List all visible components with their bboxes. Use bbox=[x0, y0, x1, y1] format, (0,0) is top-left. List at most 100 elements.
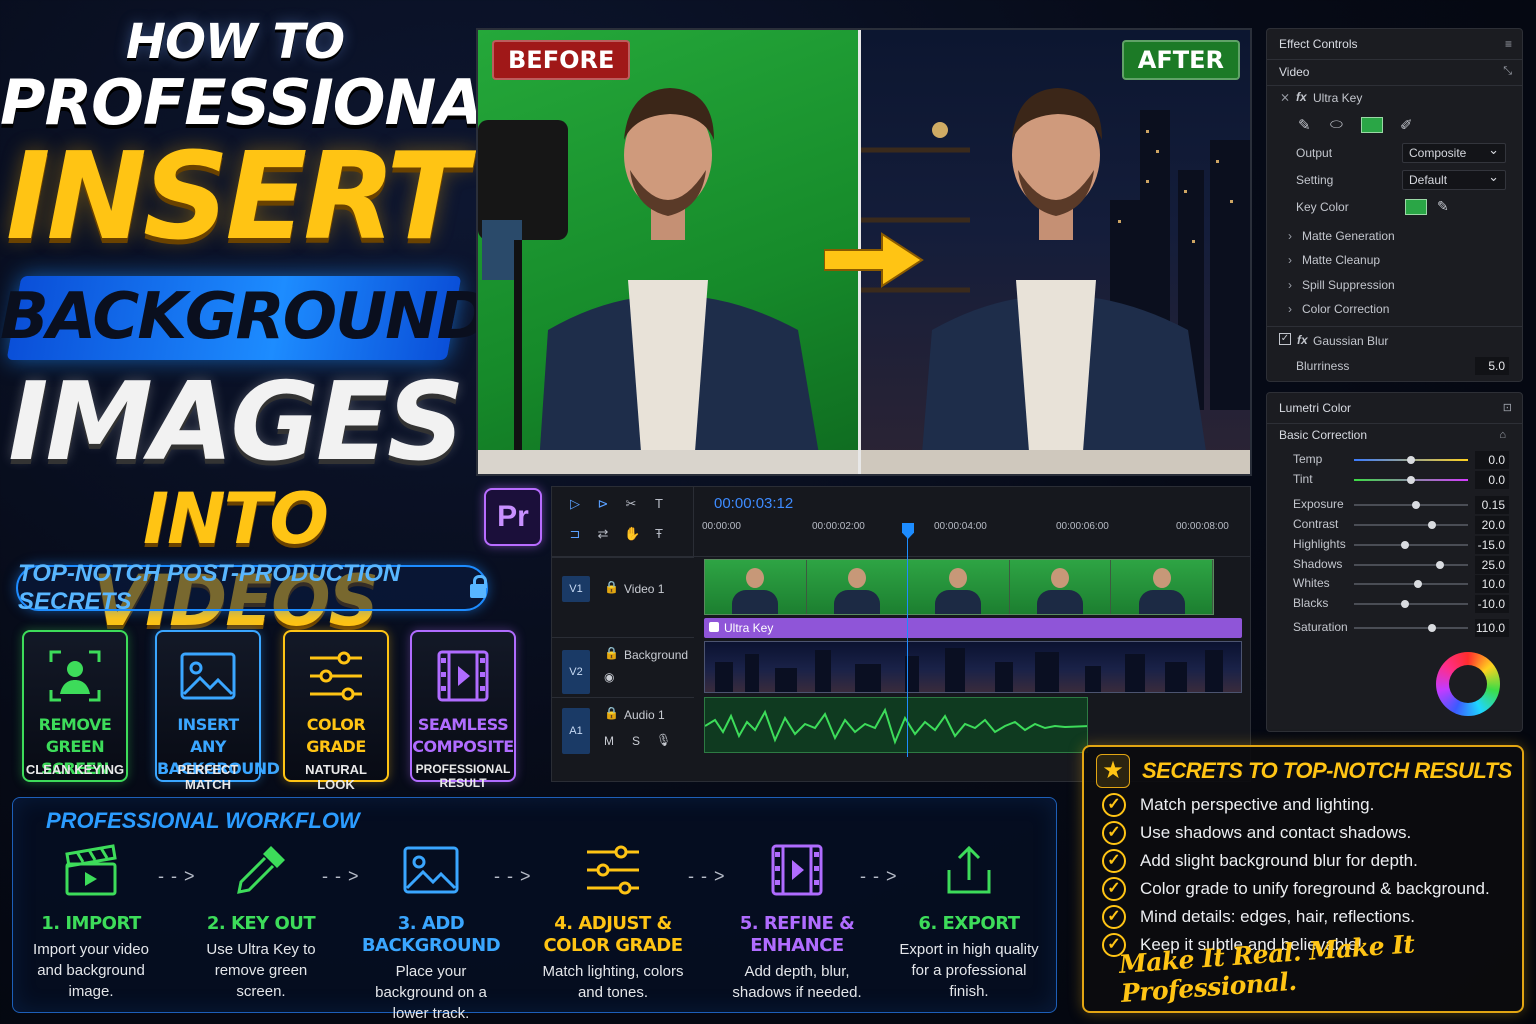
color-wheel[interactable] bbox=[1436, 652, 1500, 716]
feature-title-1: SEAMLESS bbox=[417, 715, 509, 734]
ultra-key-effect-bar[interactable]: Ultra Key bbox=[704, 618, 1242, 638]
lumetri-slider-tint[interactable] bbox=[1354, 476, 1468, 484]
lumetri-slider-exposure[interactable] bbox=[1354, 501, 1468, 509]
timecode-display[interactable]: 00:00:03:12 bbox=[714, 495, 793, 512]
track-id-v2[interactable]: V2 bbox=[562, 650, 590, 694]
clip-thumbnail bbox=[908, 560, 1010, 614]
group-color-correction[interactable]: Color Correction bbox=[1288, 302, 1389, 316]
secret-item: Mind details: edges, hair, reflections. bbox=[1140, 907, 1415, 926]
slider-knob[interactable] bbox=[1427, 521, 1436, 529]
lumetri-value-highlights[interactable]: -15.0 bbox=[1475, 536, 1509, 554]
lumetri-value-temp[interactable]: 0.0 bbox=[1475, 451, 1509, 469]
lock-icon[interactable]: 🔒 bbox=[604, 580, 619, 594]
slider-knob[interactable] bbox=[1411, 501, 1420, 509]
fx-icon: fx bbox=[1297, 333, 1308, 347]
section-options-icon[interactable]: ⌂ bbox=[1499, 429, 1506, 441]
audio-clip-a1[interactable] bbox=[704, 697, 1088, 753]
output-dropdown[interactable]: Composite bbox=[1402, 141, 1506, 163]
lumetri-value-exposure[interactable]: 0.15 bbox=[1475, 496, 1509, 514]
ruler-tick: 00:00:08:00 bbox=[1176, 521, 1229, 532]
mute-button[interactable]: M bbox=[604, 734, 614, 748]
toggle-visibility-icon[interactable]: ◉ bbox=[604, 670, 614, 684]
slider-knob[interactable] bbox=[1407, 456, 1415, 464]
lumetri-label-whites: Whites bbox=[1293, 576, 1330, 590]
lumetri-slider-blacks[interactable] bbox=[1354, 600, 1468, 608]
basic-correction-label[interactable]: Basic Correction bbox=[1279, 428, 1367, 442]
workflow-step-color-grade: 4. ADJUST & COLOR GRADE Match lighting, … bbox=[528, 840, 698, 1003]
divider bbox=[1267, 326, 1522, 327]
step-title: 5. REFINE & ENHANCE bbox=[739, 913, 855, 956]
lumetri-slider-temp[interactable] bbox=[1354, 456, 1468, 464]
lumetri-slider-whites[interactable] bbox=[1354, 580, 1468, 588]
arrow-right-icon bbox=[824, 232, 924, 288]
panel-expand-icon[interactable]: ⊡ bbox=[1503, 401, 1512, 414]
ripple-edit-tool-icon[interactable]: ⊐ bbox=[568, 527, 582, 541]
workflow-step-add-background: 3. ADD BACKGROUND Place your background … bbox=[346, 840, 516, 1024]
razor-tool-icon[interactable]: ✂ bbox=[624, 497, 638, 511]
feature-title-1: COLOR bbox=[306, 715, 366, 734]
fx-badge-icon bbox=[709, 622, 719, 632]
lumetri-value-tint[interactable]: 0.0 bbox=[1475, 471, 1509, 489]
lumetri-slider-contrast[interactable] bbox=[1354, 521, 1468, 529]
eyedropper-icon bbox=[237, 846, 285, 894]
microphone-icon[interactable]: 🎙 bbox=[656, 733, 671, 747]
group-matte-cleanup[interactable]: Matte Cleanup bbox=[1288, 253, 1380, 267]
track-name-v2: Background bbox=[624, 648, 689, 662]
check-icon: ✓ bbox=[1102, 877, 1126, 901]
lumetri-label-blacks: Blacks bbox=[1293, 596, 1329, 610]
type-tool-icon[interactable]: T bbox=[652, 497, 666, 511]
text-tool-icon[interactable]: Ŧ bbox=[652, 527, 666, 541]
skyline-building bbox=[995, 662, 1013, 692]
lumetri-slider-highlights[interactable] bbox=[1354, 541, 1468, 549]
slider-knob[interactable] bbox=[1413, 580, 1422, 588]
slip-tool-icon[interactable]: ⇄ bbox=[596, 527, 610, 541]
eyedropper-icon[interactable]: ✎ bbox=[1298, 116, 1311, 134]
clapperboard-icon bbox=[65, 844, 117, 896]
gaussian-blur-label[interactable]: Gaussian Blur bbox=[1313, 334, 1388, 348]
solo-button[interactable]: S bbox=[632, 734, 640, 748]
track-name-v1: Video 1 bbox=[624, 582, 665, 596]
group-spill-suppression[interactable]: Spill Suppression bbox=[1288, 278, 1395, 292]
track-id-v1[interactable]: V1 bbox=[562, 576, 590, 602]
slider-knob[interactable] bbox=[1435, 561, 1444, 569]
skyline-building bbox=[775, 668, 797, 692]
pen-tool-icon[interactable]: ✐ bbox=[1400, 116, 1413, 134]
lock-icon[interactable]: 🔒 bbox=[604, 706, 619, 720]
time-ruler[interactable]: 00:00:00 00:00:02:00 00:00:04:00 00:00:0… bbox=[694, 517, 1250, 557]
setting-dropdown[interactable]: Default bbox=[1402, 168, 1506, 190]
hand-tool-icon[interactable]: ✋ bbox=[624, 527, 640, 541]
scroll-to-icon[interactable]: ⤡ bbox=[1503, 65, 1512, 78]
key-color-value-swatch[interactable] bbox=[1405, 199, 1427, 215]
step-title: 6. EXPORT bbox=[918, 913, 1020, 934]
lumetri-slider-saturation[interactable] bbox=[1354, 624, 1468, 632]
panel-menu-icon[interactable]: ≡ bbox=[1505, 37, 1512, 51]
blurriness-value[interactable]: 5.0 bbox=[1475, 357, 1509, 375]
lumetri-value-contrast[interactable]: 20.0 bbox=[1475, 516, 1509, 534]
lock-icon[interactable]: 🔒 bbox=[604, 646, 619, 660]
before-label: BEFORE bbox=[492, 40, 631, 80]
workflow-step-import: 1. IMPORT Import your video and backgrou… bbox=[6, 840, 176, 1002]
key-color-swatch[interactable] bbox=[1361, 117, 1383, 133]
playhead-line[interactable] bbox=[907, 537, 908, 757]
track-select-tool-icon[interactable]: ⊳ bbox=[596, 497, 610, 511]
video-clip-v1[interactable] bbox=[704, 559, 1214, 615]
slider-knob[interactable] bbox=[1427, 624, 1436, 632]
ultra-key-label[interactable]: Ultra Key bbox=[1313, 91, 1362, 105]
lumetri-value-blacks[interactable]: -10.0 bbox=[1475, 595, 1509, 613]
image-icon bbox=[403, 846, 459, 894]
effect-enable-checkbox[interactable]: ✓ bbox=[1279, 333, 1291, 345]
mask-pen-icon[interactable]: ⬭ bbox=[1330, 116, 1343, 133]
lumetri-value-shadows[interactable]: 25.0 bbox=[1475, 556, 1509, 574]
slider-knob[interactable] bbox=[1407, 476, 1415, 484]
lumetri-slider-shadows[interactable] bbox=[1354, 561, 1468, 569]
lumetri-value-whites[interactable]: 10.0 bbox=[1475, 575, 1509, 593]
effect-toggle-icon[interactable]: ⨯ bbox=[1280, 90, 1290, 104]
group-matte-generation[interactable]: Matte Generation bbox=[1288, 229, 1395, 243]
selection-tool-icon[interactable]: ▷ bbox=[568, 497, 582, 511]
skyline-building bbox=[745, 654, 759, 692]
lumetri-value-saturation[interactable]: 110.0 bbox=[1475, 619, 1509, 637]
eyedropper-icon[interactable]: ✎ bbox=[1437, 198, 1449, 215]
track-id-a1[interactable]: A1 bbox=[562, 708, 590, 754]
background-clip-v2[interactable] bbox=[704, 641, 1242, 693]
lumetri-label-temp: Temp bbox=[1293, 452, 1323, 466]
